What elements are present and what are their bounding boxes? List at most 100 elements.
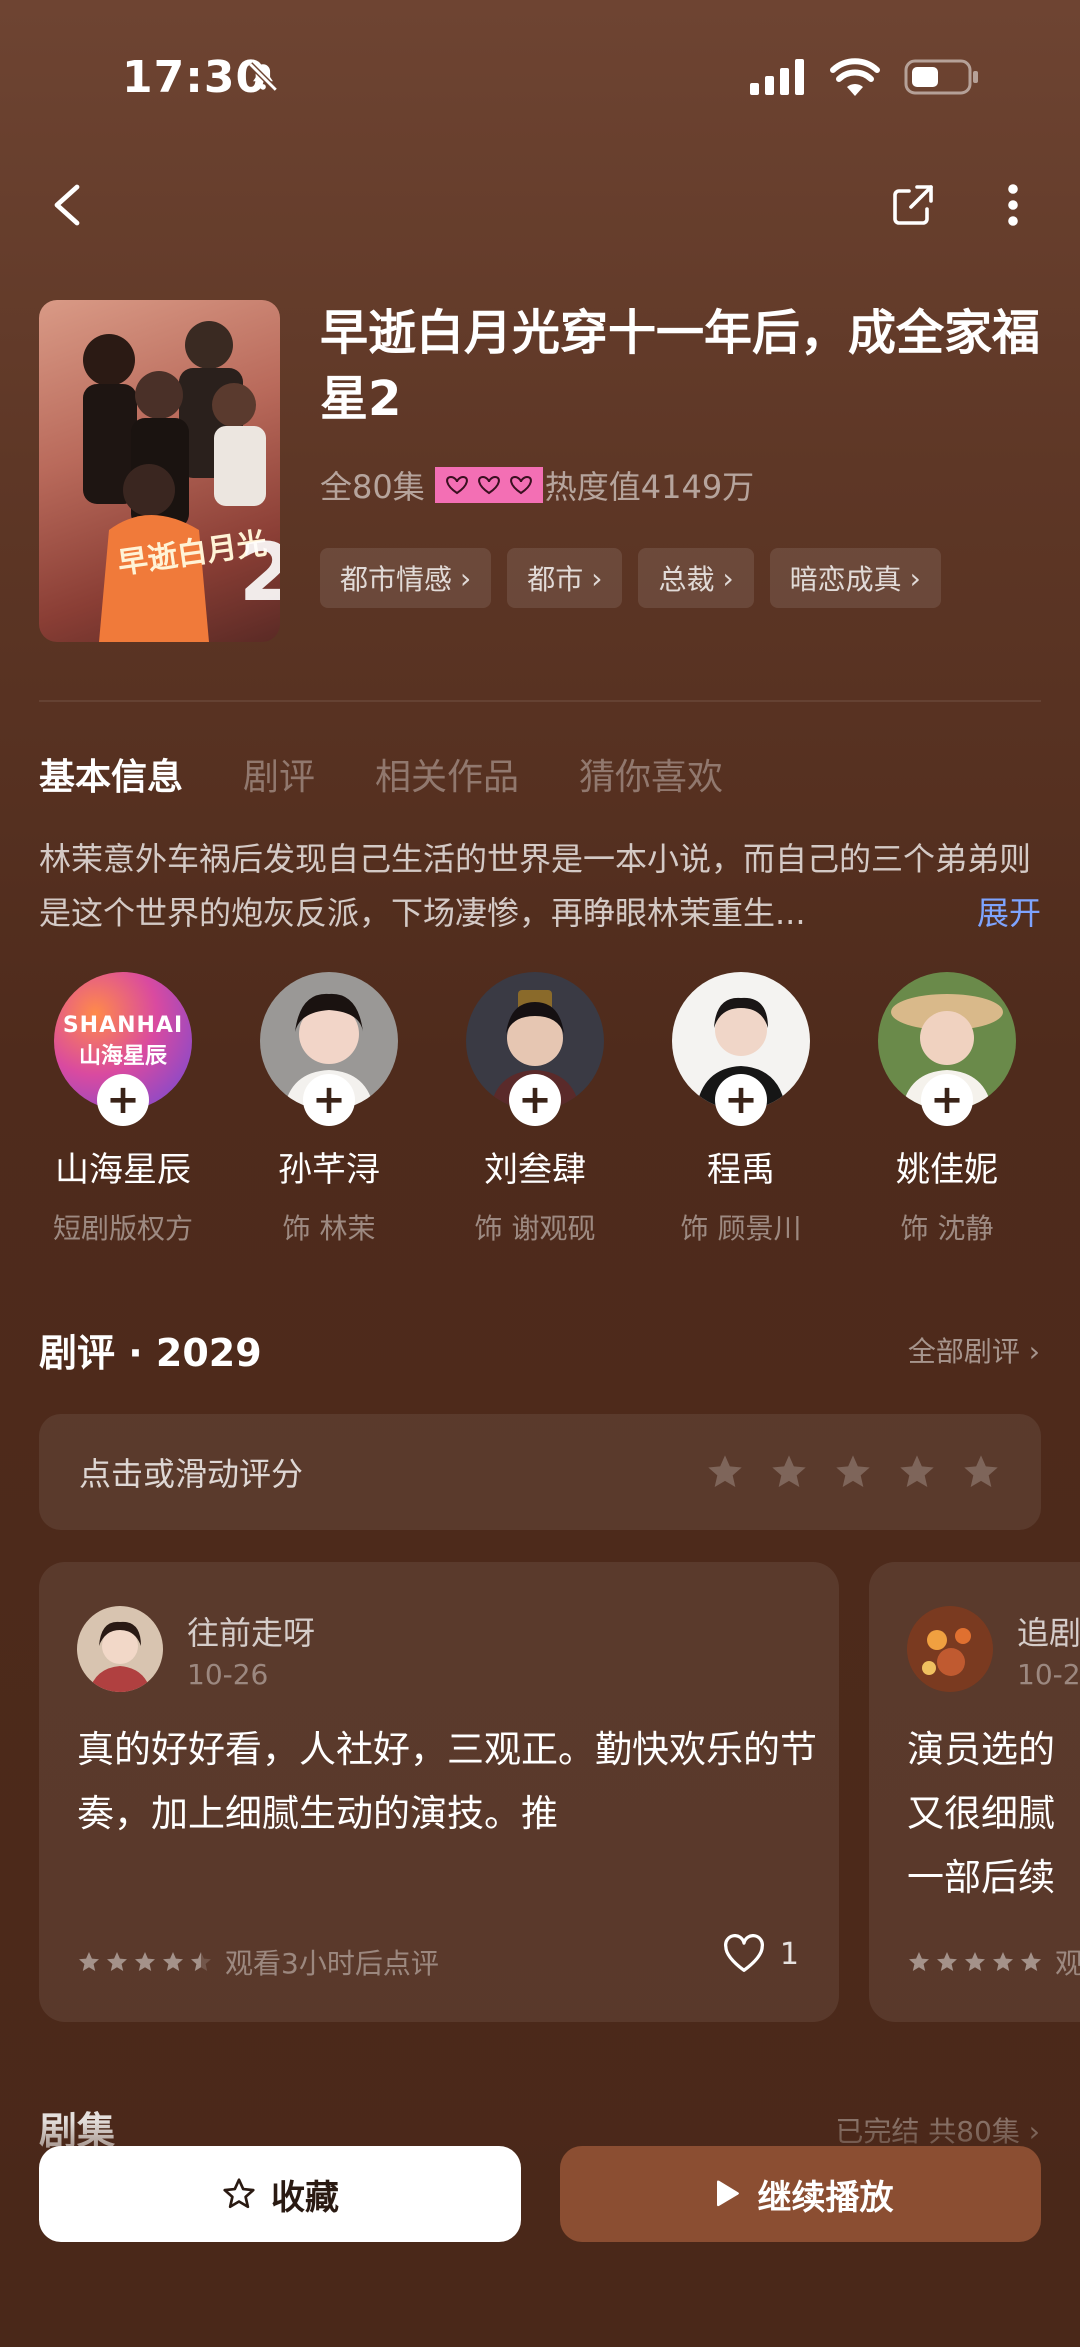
star-outline-icon [223,2178,255,2209]
more-button[interactable] [978,170,1048,240]
chevron-right-icon: › [591,561,603,595]
reviewer-avatar[interactable] [907,1606,993,1692]
signal-icon [750,59,804,95]
chevron-right-icon: › [909,561,921,595]
follow-plus-icon[interactable]: + [303,1074,355,1126]
svg-text:2: 2 [239,526,280,619]
tab-related-works[interactable]: 相关作品 [375,748,519,800]
back-icon [54,184,80,226]
cast-item[interactable]: + 姚佳妮 饰 沈静 [844,972,1050,1247]
cast-list: SHANHAI 山海星辰 + 山海星辰 短剧版权方 + 孙芊浔 饰 林茉 + 刘… [20,972,1080,1247]
review-date: 10-2 [1017,1658,1080,1691]
continue-play-button[interactable]: 继续播放 [560,2146,1041,2242]
review-card[interactable]: 往前走呀 10-26 真的好好看，人社好，三观正。勤快欢乐的节奏，加上细腻生动的… [39,1562,839,2022]
share-button[interactable] [878,170,948,240]
all-reviews-link[interactable]: 全部剧评 › [908,1330,1040,1370]
cast-role: 饰 谢观砚 [474,1212,596,1245]
synopsis: 林茉意外车祸后发现自己生活的世界是一本小说，而自己的三个弟弟则是这个世界的炮灰反… [39,832,1041,940]
reviews-title: 剧评 · 2029 [39,1331,262,1375]
star-icon [965,1952,985,1971]
review-date: 10-26 [187,1658,269,1691]
review-card[interactable]: 追剧 10-2 演员选的 又很细腻 一部后续 观 [869,1562,1080,2022]
heart-icon [723,1934,764,1972]
tag-list: 都市情感 › 都市 › 总裁 › 暗恋成真 › [320,548,941,608]
star-icon [937,1952,957,1971]
episode-count: 全80集 [320,468,425,506]
mute-icon [246,60,280,98]
cast-item[interactable]: + 刘叁肆 饰 谢观砚 [432,972,638,1247]
cast-name: 刘叁肆 [484,1150,586,1190]
tag-chip[interactable]: 总裁 › [638,548,754,608]
collect-label: 收藏 [271,2177,339,2218]
review-footer: 观 [907,1942,1080,1982]
review-note: 观 [1055,1947,1080,1980]
star-icon [79,1952,99,1971]
like-button[interactable]: 1 [722,1934,799,1974]
star-icon[interactable] [705,1452,745,1492]
battery-icon [904,59,978,95]
tag-chip[interactable]: 暗恋成真 › [769,548,941,608]
tag-chip[interactable]: 都市 › [507,548,623,608]
tag-label: 总裁 [658,563,715,596]
tab-reviews[interactable]: 剧评 [243,748,315,800]
reviewer-avatar[interactable] [77,1606,163,1692]
star-icon [107,1952,127,1971]
tag-label: 暗恋成真 [789,563,902,596]
show-meta: 全80集 热度值4149万 [320,462,754,508]
follow-plus-icon[interactable]: + [97,1074,149,1126]
tag-chip[interactable]: 都市情感 › [320,548,492,608]
synopsis-text: 林茉意外车祸后发现自己生活的世界是一本小说，而自己的三个弟弟则是这个世界的炮灰反… [39,840,1032,932]
logo-text: SHANHAI [62,1012,184,1038]
cast-role: 短剧版权方 [52,1212,193,1245]
like-count: 1 [779,1936,799,1972]
star-icon[interactable] [769,1452,809,1492]
review-stars [77,1950,213,1974]
cast-role: 饰 沈静 [900,1212,994,1245]
star-icon [163,1952,183,1971]
follow-plus-icon[interactable]: + [509,1074,561,1126]
cast-role: 饰 林茉 [282,1212,376,1245]
reviewer-name: 往前走呀 [187,1614,316,1652]
poster-image[interactable]: 早逝白月光 2 [39,300,280,642]
show-title: 早逝白月光穿十一年后，成全家福星2 [320,305,1041,427]
tag-label: 都市情感 [340,563,453,596]
tab-recommendations[interactable]: 猜你喜欢 [579,748,723,800]
star-icon [993,1952,1013,1971]
wifi-icon [830,58,880,96]
back-button[interactable] [34,170,104,240]
tag-label: 都市 [527,563,584,596]
play-label: 继续播放 [757,2177,894,2218]
follow-plus-icon[interactable]: + [715,1074,767,1126]
follow-plus-icon[interactable]: + [921,1074,973,1126]
heat-value: 热度值4149万 [544,468,755,506]
review-note: 观看3小时后点评 [225,1947,439,1980]
rating-bar[interactable]: 点击或滑动评分 [39,1414,1041,1530]
star-icon [1021,1952,1041,1971]
cast-name: 程禹 [707,1150,775,1190]
collect-button[interactable]: 收藏 [39,2146,521,2242]
logo-text: 山海星辰 [78,1043,167,1069]
cast-role: 饰 顾景川 [680,1212,802,1245]
rate-prompt: 点击或滑动评分 [79,1455,304,1493]
tab-basic-info[interactable]: 基本信息 [39,748,183,800]
cast-name: 姚佳妮 [896,1150,998,1190]
cast-item[interactable]: + 程禹 饰 顾景川 [638,972,844,1247]
expand-link[interactable]: 展开 [977,886,1041,940]
share-icon [893,185,933,225]
review-stars [907,1950,1043,1974]
half-star-icon [191,1952,211,1971]
review-text: 演员选的 又很细腻 一部后续 [907,1728,1055,1899]
star-icon[interactable] [961,1452,1001,1492]
play-icon [716,2180,739,2207]
rating-stars[interactable] [705,1452,1001,1492]
cast-item[interactable]: + 孙芊浔 饰 林茉 [226,972,432,1247]
cast-name: 山海星辰 [55,1150,191,1190]
star-icon[interactable] [833,1452,873,1492]
section-tabs: 基本信息 剧评 相关作品 猜你喜欢 [39,748,723,800]
divider [39,700,1041,702]
heart-sticker-icon [434,467,543,503]
cast-name: 孙芊浔 [278,1150,380,1190]
review-footer: 观看3小时后点评 [77,1942,439,1982]
cast-item[interactable]: SHANHAI 山海星辰 + 山海星辰 短剧版权方 [20,972,226,1247]
star-icon[interactable] [897,1452,937,1492]
